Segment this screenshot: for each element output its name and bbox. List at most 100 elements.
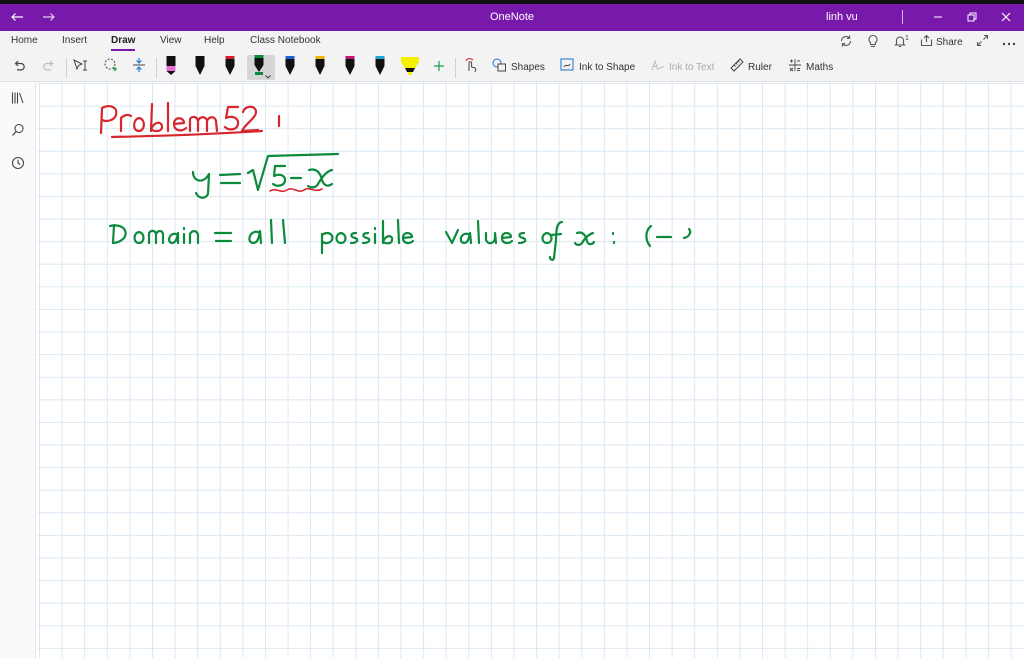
sync-button[interactable] xyxy=(839,32,853,52)
pen-icon xyxy=(314,54,326,81)
ink-green-domain-line xyxy=(108,218,692,261)
pen-icon xyxy=(284,54,296,81)
arrow-right-icon xyxy=(42,9,56,27)
highlighter-icon xyxy=(399,54,421,81)
tab-class-notebook[interactable]: Class Notebook xyxy=(250,35,321,51)
notebooks-icon xyxy=(11,91,25,110)
tell-me-button[interactable] xyxy=(866,32,880,52)
ink-to-shape-label: Ink to Shape xyxy=(579,62,636,73)
notifications-button[interactable]: 1 xyxy=(893,32,909,52)
add-space-button[interactable] xyxy=(129,55,149,80)
more-options-button[interactable] xyxy=(1002,32,1016,52)
ink-red-wavy-underline xyxy=(269,187,323,193)
maths-button[interactable]: Maths xyxy=(788,55,842,80)
ink-green-equation xyxy=(191,152,340,199)
title-bar: OneNote linh vu xyxy=(0,0,1024,31)
account-name[interactable]: linh vu xyxy=(826,4,858,31)
pen-icon xyxy=(194,54,206,81)
chevron-down-icon xyxy=(264,66,271,84)
pen-cyan[interactable] xyxy=(371,55,389,80)
tab-view[interactable]: View xyxy=(160,35,182,51)
more-icon xyxy=(1002,35,1016,50)
redo-button[interactable] xyxy=(38,55,60,80)
shapes-label: Shapes xyxy=(511,62,545,73)
pen-red[interactable] xyxy=(221,55,239,80)
window-title: OneNote xyxy=(489,11,535,23)
pen-icon xyxy=(374,54,386,81)
title-bar-divider xyxy=(902,10,903,24)
toolbar-divider xyxy=(156,58,157,78)
toolbar-divider xyxy=(455,58,456,78)
ink-red-problem-heading xyxy=(99,101,281,139)
pen-icon xyxy=(344,54,356,81)
maths-label: Maths xyxy=(806,62,834,73)
pen-yellow[interactable] xyxy=(311,55,329,80)
pen-icon xyxy=(252,54,266,81)
lasso-select-button[interactable] xyxy=(100,55,120,80)
restore-button[interactable] xyxy=(960,4,984,31)
notification-count: 1 xyxy=(905,34,909,42)
tab-help[interactable]: Help xyxy=(204,35,225,51)
maths-icon xyxy=(788,58,802,77)
share-icon xyxy=(920,34,933,50)
draw-toolbar: Shapes Ink to Shape Ink to Text Ruler Ma… xyxy=(0,53,1024,82)
pen-blue[interactable] xyxy=(281,55,299,80)
pen-black[interactable] xyxy=(191,55,209,80)
ink-to-text-icon xyxy=(650,58,665,77)
pen-icon xyxy=(224,54,236,81)
forward-button[interactable] xyxy=(38,4,60,31)
add-pen-button[interactable] xyxy=(430,55,448,80)
tab-insert[interactable]: Insert xyxy=(62,35,87,51)
ink-to-shape-button[interactable]: Ink to Shape xyxy=(560,55,640,80)
ink-to-text-label: Ink to Text xyxy=(669,62,715,73)
search-icon xyxy=(11,123,25,142)
clock-icon xyxy=(11,156,25,175)
ruler-button[interactable]: Ruler xyxy=(730,55,780,80)
add-space-icon xyxy=(132,57,146,78)
type-select-button[interactable] xyxy=(70,55,90,80)
pen-black-pink[interactable] xyxy=(162,55,180,80)
undo-button[interactable] xyxy=(8,55,30,80)
touch-draw-icon xyxy=(464,57,478,78)
tab-draw[interactable]: Draw xyxy=(111,35,136,51)
ruler-icon xyxy=(730,58,744,77)
recent-notes-button[interactable] xyxy=(8,155,28,175)
note-canvas[interactable] xyxy=(37,82,1024,658)
close-button[interactable] xyxy=(994,4,1018,31)
search-button[interactable] xyxy=(8,122,28,142)
undo-icon xyxy=(12,58,26,77)
ink-to-shape-icon xyxy=(560,58,575,77)
share-button[interactable]: Share xyxy=(920,32,963,52)
handwriting-ink xyxy=(99,101,692,261)
highlighter-yellow[interactable] xyxy=(398,55,422,80)
pen-icon xyxy=(165,54,177,81)
ruler-label: Ruler xyxy=(748,62,772,73)
navigation-rail xyxy=(0,82,36,658)
expand-button[interactable] xyxy=(976,32,989,52)
pen-green-selected[interactable] xyxy=(247,55,275,80)
arrow-left-icon xyxy=(10,9,24,27)
plus-icon xyxy=(433,59,445,77)
shapes-icon xyxy=(492,58,507,77)
minimize-icon xyxy=(933,9,943,27)
expand-icon xyxy=(976,34,989,50)
sync-icon xyxy=(839,34,853,51)
redo-icon xyxy=(42,58,56,77)
minimize-button[interactable] xyxy=(926,4,950,31)
share-label: Share xyxy=(936,36,963,48)
notebooks-button[interactable] xyxy=(8,90,28,110)
restore-icon xyxy=(967,9,977,27)
toolbar-divider xyxy=(66,58,67,78)
ribbon-tabs: Home Insert Draw View Help Class Noteboo… xyxy=(0,31,1024,53)
back-button[interactable] xyxy=(6,4,28,31)
lightbulb-icon xyxy=(866,34,880,51)
ink-to-text-button[interactable]: Ink to Text xyxy=(650,55,722,80)
touch-draw-button[interactable] xyxy=(461,55,481,80)
lasso-icon xyxy=(102,58,118,77)
tab-home[interactable]: Home xyxy=(11,35,38,51)
title-bar-top-edge xyxy=(0,0,1024,4)
shapes-button[interactable]: Shapes xyxy=(492,55,548,80)
pen-magenta[interactable] xyxy=(341,55,359,80)
type-select-icon xyxy=(72,58,88,77)
close-icon xyxy=(1001,9,1011,27)
